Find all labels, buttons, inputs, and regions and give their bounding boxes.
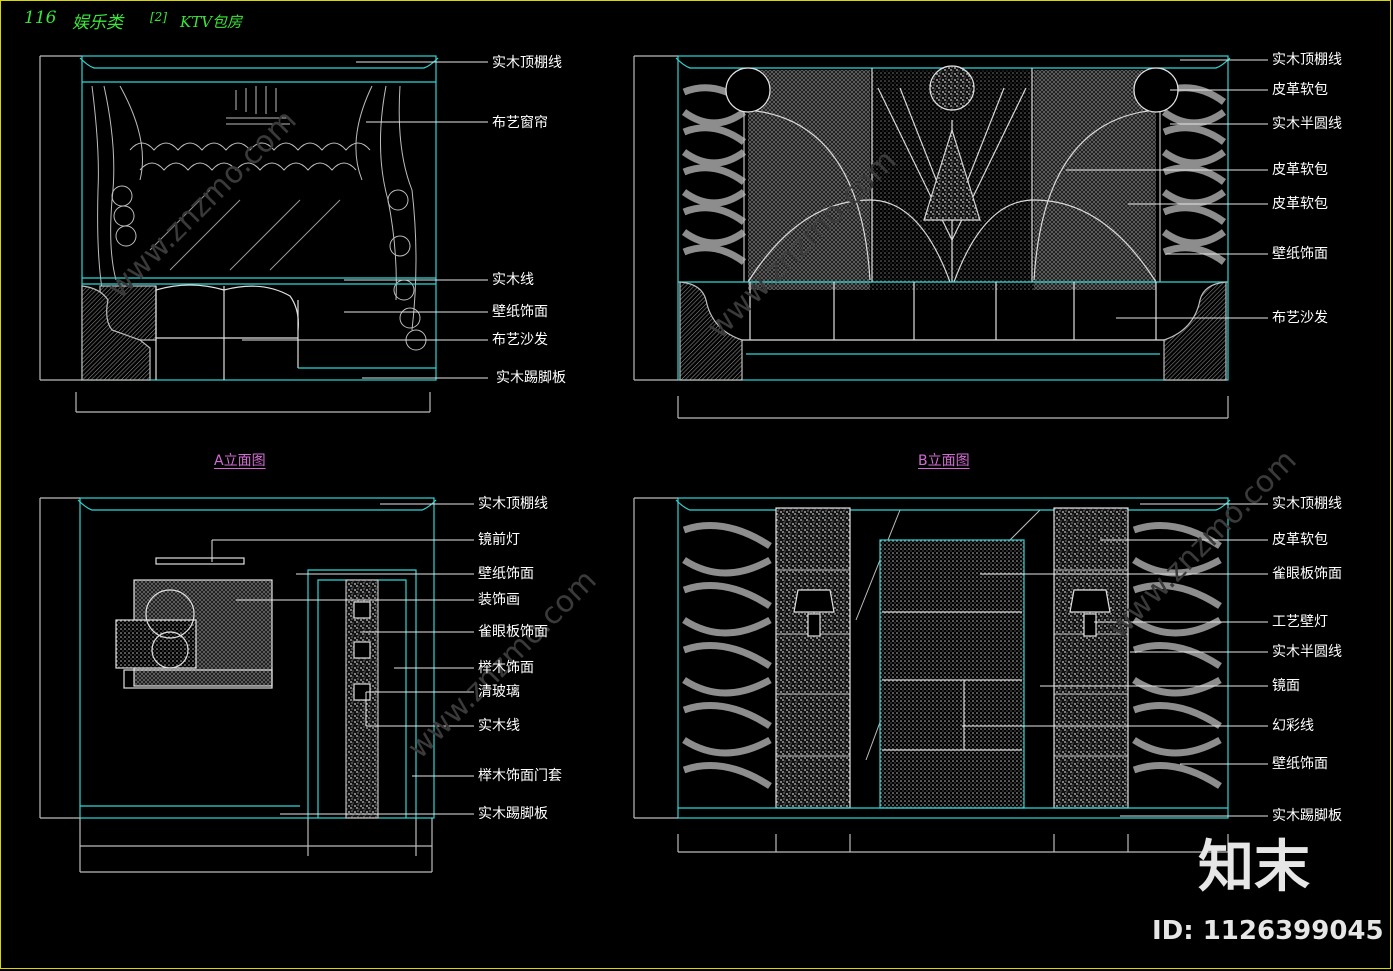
label-a-4: 布艺沙发 <box>492 332 548 348</box>
label-c-9: 实木踢脚板 <box>478 806 548 822</box>
label-d-7: 壁纸饰面 <box>1272 756 1328 772</box>
label-c-8: 榉木饰面门套 <box>478 768 562 784</box>
label-d-0: 实木顶棚线 <box>1272 496 1342 512</box>
label-c-4: 雀眼板饰面 <box>478 624 548 640</box>
label-b-1: 皮革软包 <box>1272 82 1328 98</box>
label-b-5: 壁纸饰面 <box>1272 246 1328 262</box>
view-title-a: A立面图 <box>214 453 266 469</box>
label-d-4: 实木半圆线 <box>1272 644 1342 660</box>
label-b-6: 布艺沙发 <box>1272 310 1328 326</box>
label-c-3: 装饰画 <box>478 592 520 608</box>
label-a-5: 实木踢脚板 <box>496 370 566 386</box>
label-c-7: 实木线 <box>478 718 520 734</box>
label-c-0: 实木顶棚线 <box>478 496 548 512</box>
label-a-2: 实木线 <box>492 272 534 288</box>
label-d-5: 镜面 <box>1272 678 1300 694</box>
label-d-1: 皮革软包 <box>1272 532 1328 548</box>
cad-drawing: www.znzmo.com www.znzmo.com www.znzmo.co… <box>39 55 1304 873</box>
label-d-2: 雀眼板饰面 <box>1272 566 1342 582</box>
label-b-2: 实木半圆线 <box>1272 116 1342 132</box>
watermark-logo: 知末 <box>1198 835 1310 900</box>
label-b-0: 实木顶棚线 <box>1272 52 1342 68</box>
view-title-b: B立面图 <box>918 453 970 469</box>
label-b-3: 皮革软包 <box>1272 162 1328 178</box>
label-a-0: 实木顶棚线 <box>492 55 562 71</box>
label-d-8: 实木踢脚板 <box>1272 808 1342 824</box>
watermark-id: ID: 1126399045 <box>1152 916 1384 946</box>
label-d-6: 幻彩线 <box>1272 718 1314 734</box>
label-a-1: 布艺窗帘 <box>492 115 548 131</box>
label-a-3: 壁纸饰面 <box>492 304 548 320</box>
watermark-site-1: www.znzmo.com <box>101 103 304 306</box>
label-c-6: 清玻璃 <box>478 684 520 700</box>
label-b-4: 皮革软包 <box>1272 196 1328 212</box>
label-c-2: 壁纸饰面 <box>478 566 534 582</box>
label-c-5: 榉木饰面 <box>478 660 534 676</box>
label-d-3: 工艺壁灯 <box>1272 614 1328 630</box>
label-c-1: 镜前灯 <box>478 532 520 548</box>
